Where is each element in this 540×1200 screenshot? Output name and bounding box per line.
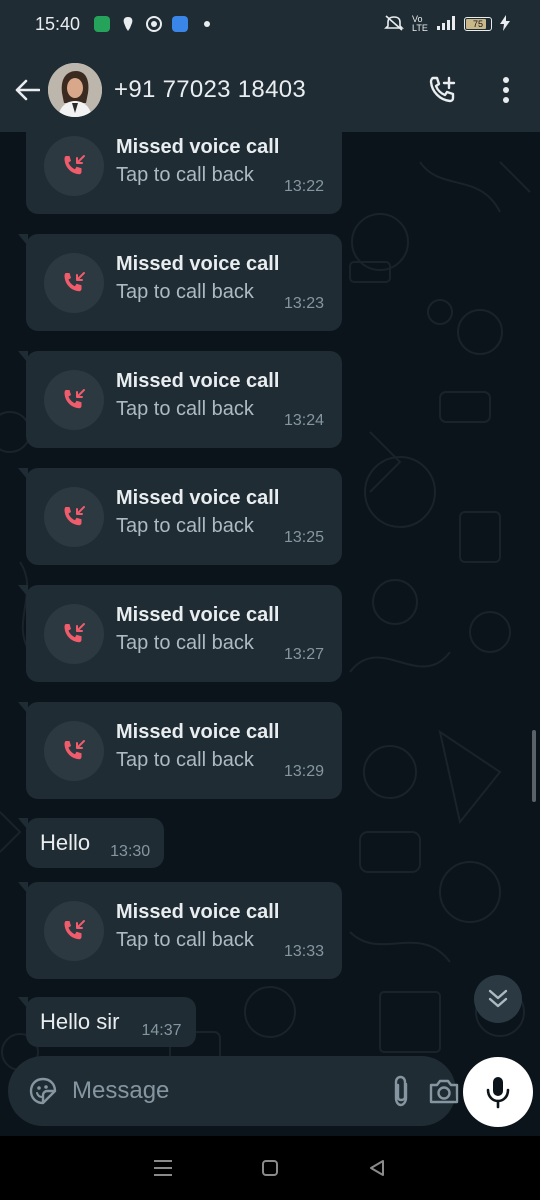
call-back-hint: Tap to call back — [116, 164, 254, 186]
back-button[interactable] — [12, 75, 42, 105]
message-timestamp: 13:30 — [110, 843, 151, 860]
missed-call-title: Missed voice call — [116, 370, 280, 392]
double-chevron-down-icon — [488, 989, 508, 1008]
paperclip-icon — [394, 1075, 408, 1107]
emoji-button[interactable] — [28, 1074, 58, 1108]
chat-area[interactable]: Missed voice call Tap to call back 13:22… — [0, 132, 540, 1136]
call-back-hint: Tap to call back — [116, 281, 254, 303]
missed-call-icon — [64, 155, 85, 175]
missed-call-title: Missed voice call — [116, 136, 280, 158]
add-call-button[interactable] — [420, 68, 464, 112]
call-back-hint: Tap to call back — [116, 632, 254, 654]
message-timestamp: 13:29 — [283, 763, 324, 780]
missed-call-icon-badge — [44, 253, 104, 313]
person-photo-icon — [48, 63, 102, 117]
missed-call-icon — [64, 920, 85, 940]
call-back-hint: Tap to call back — [116, 398, 254, 420]
missed-call-icon-badge — [44, 721, 104, 781]
missed-call-bubble[interactable]: Missed voice call Tap to call back 13:25 — [18, 468, 342, 565]
missed-call-icon — [64, 389, 85, 409]
home-button[interactable] — [250, 1148, 290, 1188]
text-message-bubble[interactable]: Hello 13:30 — [17, 818, 165, 868]
messages-notification-icon — [94, 16, 111, 32]
status-indicators: Vo LTE 75 — [384, 14, 510, 35]
missed-call-title: Missed voice call — [116, 487, 280, 509]
messenger-notification-icon — [172, 16, 189, 32]
call-back-hint: Tap to call back — [116, 515, 254, 537]
missed-call-bubble[interactable]: Missed voice call Tap to call back 13:29 — [18, 702, 342, 799]
camera-icon — [429, 1079, 459, 1104]
missed-call-icon-badge — [44, 370, 104, 430]
missed-call-icon — [64, 506, 85, 526]
message-timestamp: 13:25 — [283, 529, 324, 546]
voice-record-button[interactable] — [463, 1057, 533, 1127]
missed-call-icon — [64, 272, 85, 292]
more-vertical-icon — [503, 77, 509, 103]
system-navigation-bar — [0, 1136, 540, 1200]
missed-call-bubble[interactable]: Missed voice call Tap to call back 13:27 — [18, 585, 342, 682]
scroll-to-bottom-button[interactable] — [474, 975, 522, 1023]
back-nav-button[interactable] — [357, 1148, 397, 1188]
arrow-left-icon — [15, 79, 40, 101]
missed-call-title: Missed voice call — [116, 901, 280, 923]
more-notifications-dot — [204, 21, 211, 27]
missed-call-icon — [64, 623, 85, 643]
missed-call-icon-badge — [44, 487, 104, 547]
message-text: Hello sir — [40, 1009, 120, 1034]
missed-call-icon-badge — [44, 604, 104, 664]
missed-call-icon — [64, 740, 85, 760]
camera-button[interactable] — [428, 1069, 460, 1113]
missed-call-bubble[interactable]: Missed voice call Tap to call back 13:22 — [26, 132, 342, 214]
mute-icon — [384, 14, 404, 35]
contact-name[interactable]: +91 77023 18403 — [114, 76, 306, 104]
recent-apps-button[interactable] — [143, 1148, 183, 1188]
message-timestamp: 13:27 — [283, 646, 324, 663]
message-text: Hello — [40, 830, 91, 855]
message-input[interactable] — [72, 1077, 382, 1105]
message-timestamp: 14:37 — [141, 1022, 182, 1039]
microphone-icon — [486, 1077, 510, 1109]
charging-icon — [500, 14, 510, 34]
missed-call-bubble[interactable]: Missed voice call Tap to call back 13:23 — [18, 234, 342, 331]
missed-call-title: Missed voice call — [116, 253, 280, 275]
home-square-icon — [261, 1160, 278, 1176]
whatsapp-notification-icon — [146, 16, 163, 32]
missed-call-bubble[interactable]: Missed voice call Tap to call back 13:24 — [18, 351, 342, 448]
call-back-hint: Tap to call back — [116, 929, 254, 951]
chat-header: +91 77023 18403 — [0, 48, 540, 132]
call-back-hint: Tap to call back — [116, 749, 254, 771]
phone-plus-icon — [429, 76, 456, 103]
sticker-emoji-icon — [29, 1077, 57, 1105]
missed-call-title: Missed voice call — [116, 721, 280, 743]
status-time: 15:40 — [35, 13, 81, 34]
missed-call-icon-badge — [44, 901, 104, 961]
network-label: Vo LTE — [412, 14, 428, 33]
message-timestamp: 13:22 — [283, 178, 324, 195]
back-triangle-icon — [369, 1160, 384, 1176]
scrollbar-thumb[interactable] — [532, 730, 536, 802]
battery-level: 75 — [472, 19, 483, 29]
attach-button[interactable] — [390, 1069, 412, 1113]
status-bar: 15:40 Vo LTE 75 — [0, 0, 540, 48]
text-message-bubble[interactable]: Hello sir 14:37 — [18, 997, 196, 1047]
message-timestamp: 13:33 — [283, 943, 324, 960]
signal-icon — [436, 15, 456, 34]
message-composer — [8, 1056, 459, 1126]
message-timestamp: 13:23 — [283, 295, 324, 312]
contact-avatar[interactable] — [48, 63, 102, 117]
message-timestamp: 13:24 — [283, 412, 324, 429]
missed-call-icon-badge — [44, 136, 104, 196]
battery-indicator: 75 — [464, 17, 492, 31]
header-actions — [420, 68, 540, 112]
app-notification-icon — [120, 16, 136, 32]
more-options-button[interactable] — [484, 68, 528, 112]
menu-lines-icon — [154, 1160, 173, 1176]
missed-call-bubble[interactable]: Missed voice call Tap to call back 13:33 — [18, 882, 342, 979]
missed-call-title: Missed voice call — [116, 604, 280, 626]
